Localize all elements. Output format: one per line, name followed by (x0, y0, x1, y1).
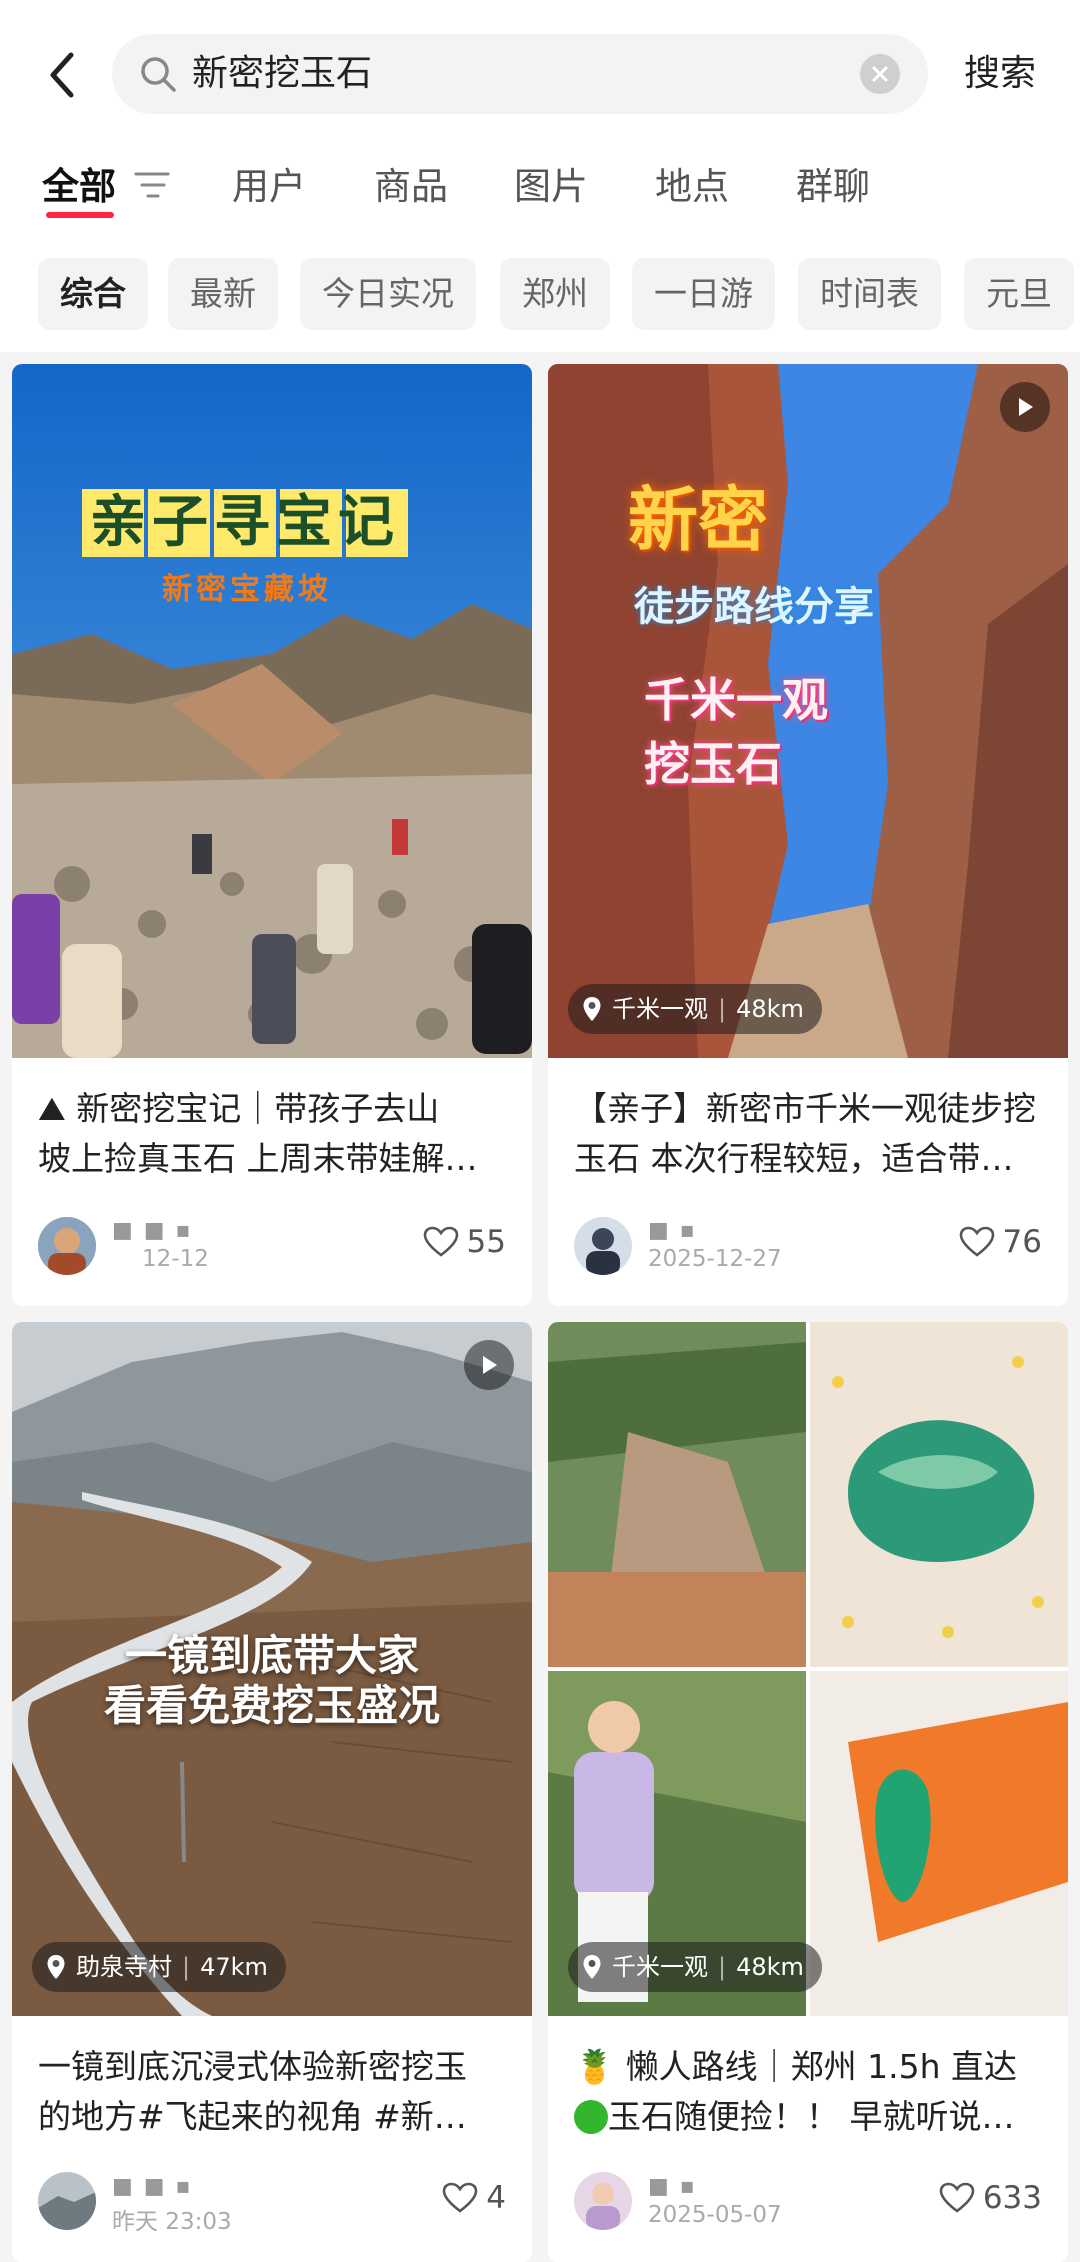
cover-illustration (12, 364, 532, 1058)
like-button[interactable]: 633 (939, 2180, 1042, 2216)
note-title: 🍍 懒人路线｜郑州 1.5h 直达 玉石随便捡！！ 早就听说… (574, 2047, 1017, 2136)
location-pin-icon (47, 1955, 65, 1979)
post-date: 2025-12-27 (648, 1246, 782, 1272)
avatar[interactable] (574, 2172, 632, 2230)
note-card[interactable]: 新密 徒步路线分享 千米一观 挖玉石 千米一观 | 48km 【亲子】新密市千米… (548, 364, 1068, 1306)
tab-images[interactable]: 图片 (514, 152, 588, 222)
cover-line: 看看免费挖玉盛况 (103, 1681, 440, 1730)
search-icon (141, 57, 176, 92)
like-button[interactable]: 76 (959, 1224, 1042, 1260)
like-count: 633 (982, 2180, 1042, 2216)
tab-places[interactable]: 地点 (655, 152, 729, 222)
location-name: 千米一观 (612, 1953, 708, 1981)
author-name[interactable]: ■ ▪ (648, 2174, 697, 2199)
note-title: 一镜到底沉浸式体验新密挖玉 的地方#飞起来的视角 #新… (38, 2047, 467, 2136)
avatar[interactable] (38, 1217, 96, 1275)
cover-image[interactable]: 亲子寻宝记 新密宝藏坡 (12, 364, 532, 1058)
author-name[interactable]: ■ ■ ▪ (112, 2174, 192, 2199)
avatar[interactable] (38, 2172, 96, 2230)
chevron-left-icon (50, 52, 74, 98)
filter-icon[interactable] (134, 168, 170, 202)
chip-latest[interactable]: 最新 (168, 258, 278, 330)
cover-subtitle: 新密宝藏坡 (162, 572, 332, 607)
like-count: 76 (1002, 1224, 1042, 1260)
search-button[interactable]: 搜索 (964, 34, 1036, 114)
location-pin-icon (583, 997, 601, 1021)
location-separator: | (718, 1953, 727, 1981)
location-tag[interactable]: 助泉寺村 | 47km (32, 1942, 286, 1992)
chip-schedule[interactable]: 时间表 (798, 258, 941, 330)
location-name: 助泉寺村 (76, 1953, 172, 1981)
cover-title: 亲子寻宝记 (90, 490, 400, 555)
location-separator: | (718, 995, 727, 1023)
note-card[interactable]: 亲子寻宝记 新密宝藏坡 ⛰ 新密挖宝记｜带孩子去山 坡上捡真玉石 上周末带娃解…… (12, 364, 532, 1306)
cover-image[interactable]: 一镜到底带大家 看看免费挖玉盛况 助泉寺村 | 47km (12, 1322, 532, 2016)
note-card[interactable]: 千米一观 | 48km 🍍 懒人路线｜郑州 1.5h 直达 玉石随便捡！！ 早就… (548, 1322, 1068, 2262)
header: 新密挖玉石 搜索 全部 用户 商品 图片 地点 群聊 综合 最新 今日实况 郑州… (0, 0, 1080, 352)
play-icon (483, 1356, 497, 1374)
author-name[interactable]: ■ ■ ▪ (112, 1218, 192, 1243)
cover-image[interactable]: 千米一观 | 48km (548, 1322, 1068, 2016)
heart-icon (959, 1226, 994, 1257)
back-button[interactable] (36, 38, 86, 112)
cover-collage (548, 1322, 1068, 2016)
pineapple-icon: 🍍 (574, 2047, 616, 2086)
cover-title: 新密 (628, 479, 768, 561)
cover-image[interactable]: 新密 徒步路线分享 千米一观 挖玉石 千米一观 | 48km (548, 364, 1068, 1058)
heart-icon (442, 2182, 478, 2213)
tab-users[interactable]: 用户 (232, 152, 306, 222)
note-card[interactable]: 一镜到底带大家 看看免费挖玉盛况 助泉寺村 | 47km 一镜到底沉浸式体验新密… (12, 1322, 532, 2262)
close-icon (872, 66, 888, 82)
tab-products[interactable]: 商品 (374, 152, 448, 222)
play-icon (1019, 398, 1033, 416)
location-distance: 48km (736, 1953, 804, 1981)
like-button[interactable]: 55 (423, 1224, 506, 1260)
avatar[interactable] (574, 1217, 632, 1275)
mountain-icon: ⛰ (38, 1089, 66, 1128)
like-button[interactable]: 4 (442, 2180, 506, 2216)
chip-day-trip[interactable]: 一日游 (632, 258, 775, 330)
location-separator: | (182, 1953, 191, 1981)
location-pin-icon (583, 1955, 601, 1979)
search-input[interactable]: 新密挖玉石 (112, 34, 928, 114)
chip-comprehensive[interactable]: 综合 (38, 258, 148, 330)
cover-subtitle: 徒步路线分享 (634, 584, 874, 630)
post-date: 2025-05-07 (648, 2202, 782, 2228)
location-tag[interactable]: 千米一观 | 48km (568, 984, 822, 1034)
note-title: ⛰ 新密挖宝记｜带孩子去山 坡上捡真玉石 上周末带娃解… (38, 1089, 478, 1178)
cover-line: 千米一观 (644, 673, 828, 727)
heart-icon (939, 2182, 975, 2213)
post-date: 12-12 (142, 1246, 209, 1272)
cover-line: 挖玉石 (644, 737, 782, 791)
chip-new-year[interactable]: 元旦 (964, 258, 1074, 330)
like-count: 4 (486, 2180, 506, 2216)
tab-group-chats[interactable]: 群聊 (796, 152, 870, 222)
post-date: 昨天 23:03 (112, 2209, 232, 2235)
chip-today-live[interactable]: 今日实况 (300, 258, 476, 330)
filter-chips: 综合 最新 今日实况 郑州 一日游 时间表 元旦 (0, 258, 1080, 332)
video-play-indicator (464, 1340, 514, 1390)
location-distance: 48km (736, 995, 804, 1023)
chip-zhengzhou[interactable]: 郑州 (500, 258, 610, 330)
search-query: 新密挖玉石 (192, 53, 373, 94)
video-play-indicator (1000, 382, 1050, 432)
author-name[interactable]: ■ ▪ (648, 1218, 697, 1243)
note-title: 【亲子】新密市千米一观徒步挖 玉石 本次行程较短，适合带… (574, 1089, 1036, 1178)
location-distance: 47km (200, 1953, 268, 1981)
green-circle-icon (574, 2100, 608, 2134)
like-count: 55 (466, 1224, 506, 1260)
heart-icon (423, 1226, 458, 1257)
location-name: 千米一观 (612, 995, 708, 1023)
location-tag[interactable]: 千米一观 | 48km (568, 1942, 822, 1992)
clear-button[interactable] (860, 54, 900, 94)
active-tab-indicator (46, 212, 114, 218)
